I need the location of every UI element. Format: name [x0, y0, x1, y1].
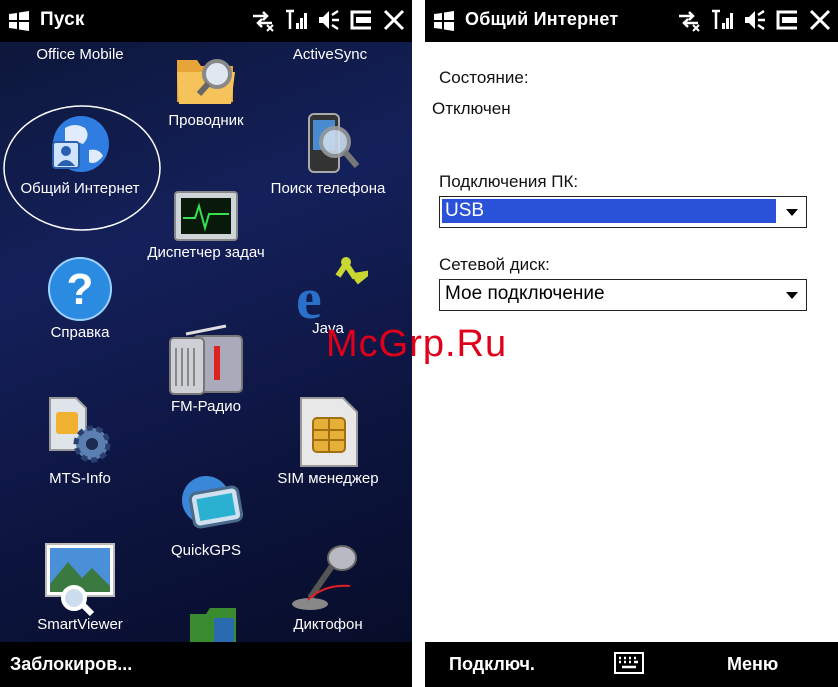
softkey-bar: Заблокиров...	[0, 642, 412, 687]
menu-softkey[interactable]: Меню	[727, 654, 778, 675]
volume-icon[interactable]	[316, 8, 340, 32]
app-label: Диктофон	[293, 616, 363, 633]
app-find-phone[interactable]: Поиск телефона	[260, 110, 396, 197]
signal-icon[interactable]	[284, 8, 308, 32]
softkey-bar: Подключ. Меню	[425, 642, 838, 687]
app-voice-recorder[interactable]: Диктофон	[260, 540, 396, 633]
page-title: Пуск	[40, 9, 85, 30]
app-label: MTS-Info	[49, 470, 111, 487]
chevron-down-icon[interactable]	[786, 292, 798, 299]
status-icons	[250, 8, 406, 32]
app-smartviewer[interactable]: SmartViewer	[12, 540, 148, 633]
battery-icon[interactable]	[774, 8, 800, 32]
app-quickgps[interactable]: QuickGPS	[138, 468, 274, 559]
app-fm-radio[interactable]: FM-Радио	[138, 324, 274, 415]
help-icon: ?	[48, 257, 112, 321]
app-label: QuickGPS	[170, 542, 242, 559]
radio-icon	[169, 324, 243, 395]
microphone-icon	[292, 545, 357, 610]
page-title: Общий Интернет	[465, 9, 619, 29]
windows-start-icon[interactable]	[8, 10, 30, 32]
network-disk-value: Мое подключение	[445, 283, 605, 304]
globe-user-icon	[52, 116, 109, 172]
windows-start-icon[interactable]	[433, 10, 455, 32]
folder-magnifier-icon	[177, 59, 235, 104]
chevron-down-icon[interactable]	[786, 209, 798, 216]
data-connection-icon[interactable]	[676, 8, 702, 32]
sim-gear-icon	[49, 397, 111, 463]
status-icons	[676, 8, 832, 32]
title-bar: Общий Интернет	[425, 0, 838, 42]
watermark-text: McGrp.Ru	[326, 323, 508, 365]
keyboard-icon[interactable]	[614, 652, 644, 674]
svg-text:?: ?	[67, 265, 94, 314]
state-label: Состояние:	[439, 68, 529, 87]
pc-connection-value: USB	[442, 199, 776, 223]
state-value: Отключен	[432, 99, 511, 118]
close-icon[interactable]	[382, 8, 406, 32]
app-label: Справка	[50, 324, 110, 341]
java-icon: e	[296, 257, 368, 326]
pc-connection-select[interactable]: USB	[439, 196, 807, 228]
app-label: Поиск телефона	[270, 180, 386, 197]
connect-softkey[interactable]: Подключ.	[449, 654, 535, 675]
app-label: FM-Радио	[171, 398, 241, 415]
app-label: SIM менеджер	[277, 470, 379, 487]
app-label: Диспетчер задач	[147, 244, 265, 261]
gps-device-icon	[182, 476, 244, 529]
battery-icon[interactable]	[348, 8, 374, 32]
title-bar: Пуск	[0, 0, 412, 42]
svg-text:e: e	[296, 266, 322, 326]
partial-app-icon	[190, 608, 236, 644]
picture-viewer-icon	[45, 543, 115, 616]
app-internet-sharing[interactable]: Общий Интернет	[12, 114, 148, 197]
task-manager-icon	[174, 191, 238, 241]
app-activesync[interactable]: ActiveSync	[262, 46, 398, 63]
app-help[interactable]: ? Справка	[12, 254, 148, 341]
close-icon[interactable]	[808, 8, 832, 32]
volume-icon[interactable]	[742, 8, 766, 32]
app-task-manager[interactable]: Диспетчер задач	[138, 190, 274, 261]
app-label: ActiveSync	[292, 46, 368, 63]
network-disk-select[interactable]: Мое подключение	[439, 279, 807, 311]
network-disk-label: Сетевой диск:	[439, 255, 550, 274]
app-office-mobile[interactable]: Office Mobile	[12, 46, 148, 63]
app-label: SmartViewer	[37, 616, 123, 633]
sim-card-icon	[300, 397, 358, 467]
app-sim-manager[interactable]: SIM менеджер	[260, 394, 396, 487]
lock-softkey[interactable]: Заблокиров...	[10, 654, 132, 675]
app-mts-info[interactable]: MTS-Info	[12, 394, 148, 487]
pc-connection-label: Подключения ПК:	[439, 172, 579, 191]
phone-magnifier-icon	[308, 113, 360, 173]
app-label: Office Mobile	[36, 46, 124, 63]
signal-icon[interactable]	[710, 8, 734, 32]
app-label: Общий Интернет	[20, 180, 140, 197]
data-connection-icon[interactable]	[250, 8, 276, 32]
